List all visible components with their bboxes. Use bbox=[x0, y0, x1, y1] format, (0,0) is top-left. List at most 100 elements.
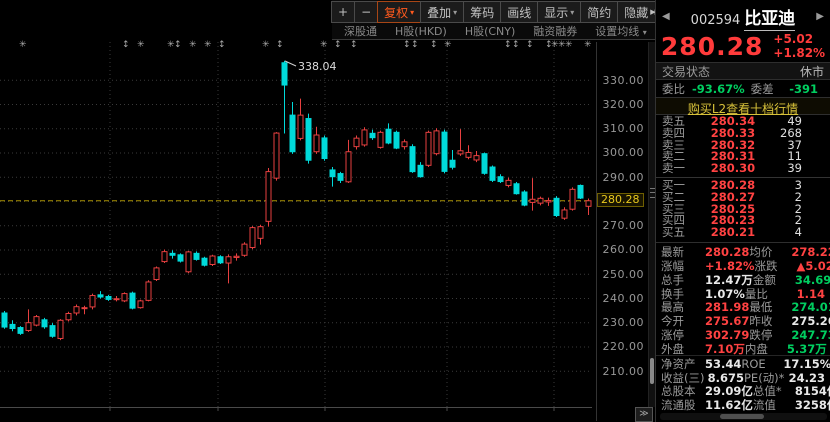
event-arrow-icon: ↕ bbox=[403, 40, 411, 50]
toolbar-tab-row: 深股通 H股(HKD) H股(CNY) 融资融券 设置均线 ▾ bbox=[332, 23, 655, 39]
event-arrow-icon: ↕ bbox=[334, 40, 342, 50]
toolbar-button-叠加[interactable]: 叠加▾ bbox=[420, 1, 464, 23]
event-arrow-icon: ↕ bbox=[545, 40, 553, 50]
order-book: 卖五280.3449卖四280.33268卖三280.3237卖二280.311… bbox=[656, 115, 830, 240]
stock-trading-app: 338.04 ✳✳✳✳✳✳✳✳✳✳✳✳↕↕↕↕↕↕↕↕↕↕↕↕↕ 330.003… bbox=[0, 0, 830, 422]
weicha-value: -391 bbox=[781, 82, 824, 96]
stats-grid: 最新280.28均价278.22涨幅+1.82%涨跌▲5.02总手12.47万金… bbox=[656, 242, 830, 411]
axis-tick-label: 330.00 bbox=[596, 74, 644, 87]
event-arrow-icon: ↕ bbox=[512, 40, 520, 50]
stat-row: 总股本29.09亿总值*8154亿 bbox=[656, 383, 830, 397]
event-arrow-icon: ↕ bbox=[411, 40, 419, 50]
event-star-icon: ✳ bbox=[262, 40, 270, 50]
dropdown-caret-icon: ▾ bbox=[410, 8, 414, 17]
weibi-value: -93.67% bbox=[692, 82, 751, 96]
bid-row[interactable]: 买五280.214 bbox=[656, 227, 830, 239]
dropdown-caret-icon: ▾ bbox=[570, 8, 574, 17]
stat-row: 外盘7.10万内盘5.37万 bbox=[656, 341, 830, 355]
event-arrow-icon: ↕ bbox=[430, 40, 438, 50]
change-percent: +1.82% bbox=[773, 46, 825, 60]
event-arrow-icon: ↕ bbox=[526, 40, 534, 50]
quote-header: ◀ 002594比亚迪 ▶ bbox=[656, 0, 830, 30]
weibi-label: 委比 bbox=[662, 81, 692, 97]
price-change: +5.02 +1.82% bbox=[773, 32, 825, 60]
current-price-value: 280.28 bbox=[601, 193, 640, 206]
current-price-tag: 280.28 bbox=[597, 193, 644, 207]
market-tab-H股(CNY)[interactable]: H股(CNY) bbox=[465, 23, 515, 39]
market-tab-融资融券[interactable]: 融资融券 bbox=[533, 23, 577, 39]
event-arrow-icon: ↕ bbox=[122, 40, 130, 50]
kline-chart-region: 338.04 ✳✳✳✳✳✳✳✳✳✳✳✳↕↕↕↕↕↕↕↕↕↕↕↕↕ 330.003… bbox=[0, 0, 655, 422]
trade-status-row: 交易状态 休市 bbox=[656, 62, 830, 80]
event-star-icon: ✳ bbox=[137, 40, 145, 50]
event-arrow-icon: ↕ bbox=[504, 40, 512, 50]
toolbar-button-row: +−复权▾叠加▾筹码画线显示▾简约隐藏▶▶ bbox=[332, 0, 655, 23]
chart-toolbar: +−复权▾叠加▾筹码画线显示▾简约隐藏▶▶ 深股通H股(HKD)H股(CNY)融… bbox=[332, 0, 655, 40]
axis-tick-label: 300.00 bbox=[596, 146, 644, 159]
event-arrow-icon: ↕ bbox=[174, 40, 182, 50]
axis-tick-label: 220.00 bbox=[596, 340, 644, 353]
stock-code: 002594 bbox=[691, 13, 741, 28]
toolbar-button-复权[interactable]: 复权▾ bbox=[377, 1, 421, 23]
ma-settings-menu[interactable]: 设置均线 ▾ bbox=[595, 23, 647, 39]
stat-row: 流通股11.62亿流值3258亿 bbox=[656, 397, 830, 411]
stat-row: 最高281.98最低274.01 bbox=[656, 299, 830, 313]
stock-title: 002594比亚迪 bbox=[672, 4, 815, 29]
event-star-icon: ✳ bbox=[189, 40, 197, 50]
event-arrow-icon: ↕ bbox=[276, 40, 284, 50]
toolbar-button-显示[interactable]: 显示▾ bbox=[537, 1, 581, 23]
axis-tick-label: 310.00 bbox=[596, 122, 644, 135]
toolbar-button-简约[interactable]: 简约 bbox=[580, 1, 618, 23]
change-amount: +5.02 bbox=[773, 32, 825, 46]
candlestick-chart[interactable]: 338.04 bbox=[0, 0, 655, 422]
event-arrow-icon: ↕ bbox=[350, 40, 358, 50]
toolbar-button-筹码[interactable]: 筹码 bbox=[463, 1, 501, 23]
panel-scrollbar-thumb[interactable] bbox=[720, 414, 764, 419]
stat-row: 今开275.67昨收275.26 bbox=[656, 313, 830, 327]
stat-row: 换手1.07%量比1.14 bbox=[656, 286, 830, 300]
event-star-icon: ✳ bbox=[19, 40, 27, 50]
stat-row: 收益(三)8.675PE(动)*24.23 bbox=[656, 370, 830, 384]
stat-row: 涨幅+1.82%涨跌▲5.02 bbox=[656, 258, 830, 272]
axis-tick-label: 240.00 bbox=[596, 292, 644, 305]
price-row: 280.28 +5.02 +1.82% bbox=[656, 30, 830, 62]
event-star-icon: ✳ bbox=[320, 40, 328, 50]
l2-promo-link[interactable]: 购买L2查看十档行情 bbox=[656, 97, 830, 115]
toolbar-button-画线[interactable]: 画线 bbox=[500, 1, 538, 23]
toolbar-button-+[interactable]: + bbox=[331, 1, 355, 23]
stat-row: 涨停302.79跌停247.73 bbox=[656, 327, 830, 341]
axis-tick-label: 260.00 bbox=[596, 243, 644, 256]
axis-tick-label: 290.00 bbox=[596, 171, 644, 184]
axis-tick-label: 320.00 bbox=[596, 98, 644, 111]
axis-tick-label: 250.00 bbox=[596, 268, 644, 281]
market-tab-H股(HKD)[interactable]: H股(HKD) bbox=[395, 23, 447, 39]
last-price: 280.28 bbox=[661, 32, 763, 61]
panel-scrollbar[interactable] bbox=[660, 413, 827, 420]
axis-scroll-handle[interactable] bbox=[650, 358, 654, 384]
weicha-label: 委差 bbox=[751, 81, 781, 97]
ask-row[interactable]: 卖一280.3039 bbox=[656, 163, 830, 175]
axis-tick-label: 210.00 bbox=[596, 365, 644, 378]
expand-right-button[interactable]: ≫ bbox=[635, 407, 653, 422]
axis-tick-label: 270.00 bbox=[596, 219, 644, 232]
quote-panel: ◀ 002594比亚迪 ▶ 280.28 +5.02 +1.82% 交易状态 休… bbox=[655, 0, 830, 422]
stock-name[interactable]: 比亚迪 bbox=[744, 9, 795, 31]
stat-row: 最新280.28均价278.22 bbox=[656, 244, 830, 258]
axis-tick-label: 230.00 bbox=[596, 316, 644, 329]
event-star-icon: ✳ bbox=[444, 40, 452, 50]
dropdown-caret-icon: ▾ bbox=[453, 8, 457, 17]
event-arrow-icon: ↕ bbox=[218, 40, 226, 50]
stat-row: 净资产53.44ROE17.15% bbox=[656, 355, 830, 370]
peak-price-annotation: 338.04 bbox=[298, 60, 337, 73]
toolbar-button-−[interactable]: − bbox=[354, 1, 378, 23]
market-tab-深股通[interactable]: 深股通 bbox=[344, 23, 377, 39]
prev-stock-arrow-icon[interactable]: ◀ bbox=[660, 11, 672, 22]
event-star-icon: ✳ bbox=[565, 40, 573, 50]
stat-row: 总手12.47万金额34.69亿 bbox=[656, 272, 830, 286]
trade-status-value: 休市 bbox=[800, 63, 824, 80]
next-stock-arrow-icon[interactable]: ▶ bbox=[814, 11, 826, 22]
event-markers-row: ✳✳✳✳✳✳✳✳✳✳✳✳↕↕↕↕↕↕↕↕↕↕↕↕↕ bbox=[0, 40, 592, 52]
event-star-icon: ✳ bbox=[204, 40, 212, 50]
trade-status-label: 交易状态 bbox=[662, 63, 710, 80]
event-star-icon: ✳ bbox=[584, 40, 592, 50]
